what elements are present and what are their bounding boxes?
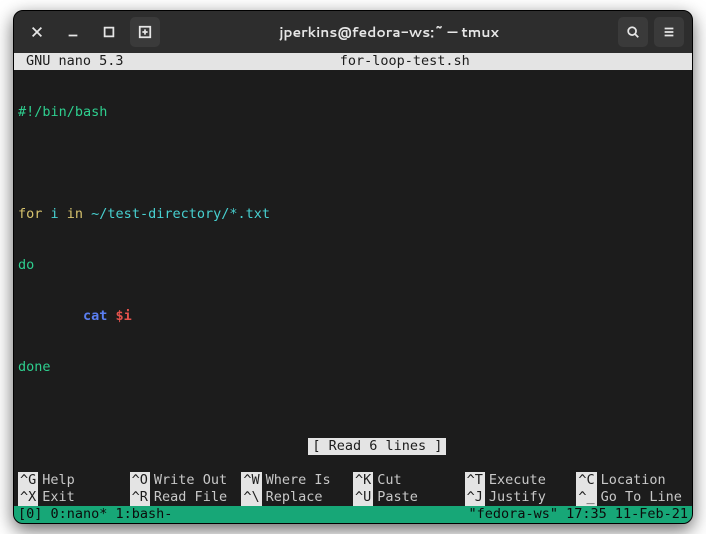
terminal-window: jperkins@fedora-ws:~ — tmux GNU nano 5.3… <box>13 10 693 524</box>
new-tab-button[interactable] <box>130 17 160 47</box>
search-icon <box>626 25 640 39</box>
hamburger-icon <box>662 25 676 39</box>
maximize-button[interactable] <box>94 17 124 47</box>
shortcut-key: ^J <box>465 489 485 506</box>
nano-shortcut[interactable]: ^RRead File <box>130 489 242 506</box>
nano-shortcut[interactable]: ^_ Go To Line <box>576 489 688 506</box>
nano-editor-name: GNU nano 5.3 <box>20 53 124 70</box>
nano-shortcut[interactable]: ^\ Replace <box>241 489 353 506</box>
search-button[interactable] <box>618 17 648 47</box>
minimize-button[interactable] <box>58 17 88 47</box>
nano-status-row: [ Read 6 lines ] <box>14 421 692 472</box>
tmux-statusbar: [0] 0:nano* 1:bash- "fedora-ws" 17:35 11… <box>14 506 692 523</box>
shortcut-label: Paste <box>377 489 418 506</box>
tmux-status-right: "fedora-ws" 17:35 11-Feb-21 <box>469 506 688 523</box>
nano-shortcut[interactable]: ^XExit <box>18 489 130 506</box>
window-title: jperkins@fedora-ws:~ — tmux <box>160 22 618 42</box>
shortcut-key: ^R <box>130 489 150 506</box>
shortcut-label: Where Is <box>266 472 331 489</box>
code-shebang: #!/bin/bash <box>18 104 107 120</box>
maximize-icon <box>102 25 116 39</box>
shortcut-label: Write Out <box>154 472 227 489</box>
menu-button[interactable] <box>654 17 684 47</box>
shortcut-key: ^X <box>18 489 38 506</box>
shortcut-label: Help <box>42 472 75 489</box>
nano-shortcut[interactable]: ^UPaste <box>353 489 465 506</box>
code-indent <box>18 308 83 324</box>
code-glob: ~/test-directory/*.txt <box>83 206 270 222</box>
nano-status-message: [ Read 6 lines ] <box>308 438 446 455</box>
nano-shortcut[interactable]: ^TExecute <box>465 472 577 489</box>
nano-shortcut[interactable]: ^JJustify <box>465 489 577 506</box>
titlebar: jperkins@fedora-ws:~ — tmux <box>14 11 692 53</box>
shortcut-key: ^_ <box>576 489 596 506</box>
shortcut-label: Go To Line <box>601 489 682 506</box>
close-icon <box>30 25 44 39</box>
shortcut-key: ^W <box>241 472 261 489</box>
tmux-status-left: [0] 0:nano* 1:bash- <box>18 506 469 523</box>
close-button[interactable] <box>22 17 52 47</box>
shortcut-label: Justify <box>489 489 546 506</box>
new-tab-icon <box>138 25 152 39</box>
shortcut-label: Replace <box>266 489 323 506</box>
code-cmd-cat: cat <box>83 308 116 324</box>
shortcut-key: ^\ <box>241 489 261 506</box>
nano-editor-body[interactable]: #!/bin/bash for i in ~/test-directory/*.… <box>14 70 692 421</box>
shortcut-label: Exit <box>42 489 75 506</box>
shortcut-label: Read File <box>154 489 227 506</box>
nano-shortcut[interactable]: ^OWrite Out <box>130 472 242 489</box>
code-keyword-in: in <box>67 206 83 222</box>
nano-shortcut[interactable]: ^W Where Is <box>241 472 353 489</box>
terminal-viewport[interactable]: GNU nano 5.3 for-loop-test.sh #!/bin/bas… <box>14 53 692 523</box>
nano-shortcut[interactable]: ^C Location <box>576 472 688 489</box>
shortcut-label: Cut <box>377 472 401 489</box>
shortcut-key: ^G <box>18 472 38 489</box>
code-var-ref: $i <box>116 308 132 324</box>
code-keyword-do: do <box>18 257 34 273</box>
shortcut-label: Execute <box>489 472 546 489</box>
nano-shortcuts: ^GHelp^OWrite Out^WWhere Is^KCut^TExecut… <box>14 472 692 506</box>
nano-shortcut[interactable]: ^GHelp <box>18 472 130 489</box>
shortcut-key: ^O <box>130 472 150 489</box>
shortcut-key: ^C <box>576 472 596 489</box>
shortcut-label: Location <box>601 472 666 489</box>
shortcut-key: ^T <box>465 472 485 489</box>
shortcut-key: ^U <box>353 489 373 506</box>
code-keyword-done: done <box>18 359 51 375</box>
nano-titlebar: GNU nano 5.3 for-loop-test.sh <box>14 53 692 70</box>
shortcut-key: ^K <box>353 472 373 489</box>
nano-shortcut[interactable]: ^KCut <box>353 472 465 489</box>
code-keyword-for: for <box>18 206 42 222</box>
code-var-i: i <box>42 206 66 222</box>
minimize-icon <box>66 25 80 39</box>
nano-filename: for-loop-test.sh <box>124 53 686 70</box>
